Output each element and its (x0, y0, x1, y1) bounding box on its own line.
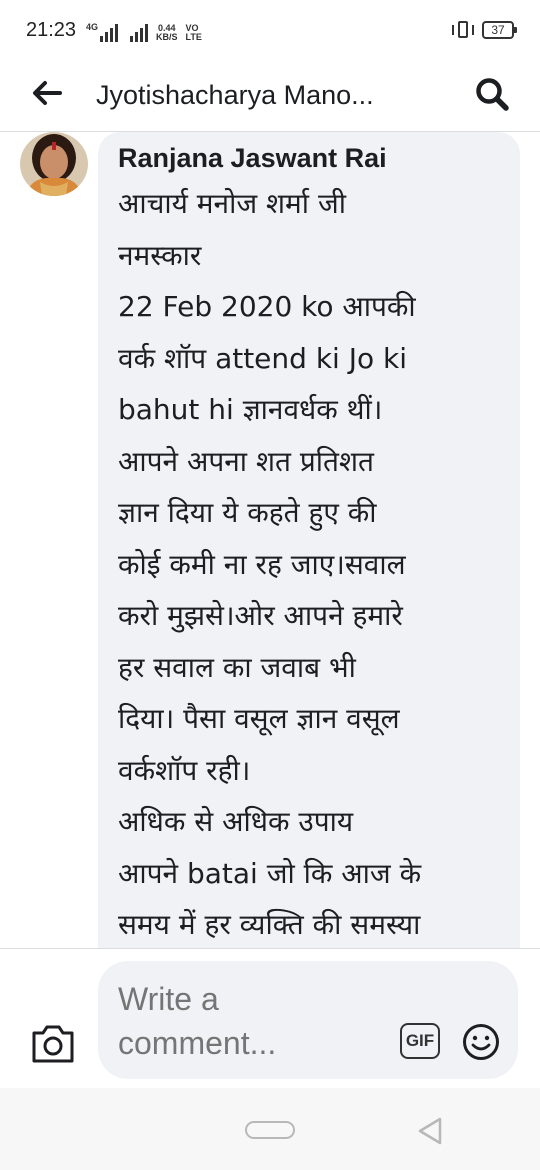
smiley-icon (463, 1024, 499, 1060)
network-speed: 0.44 KB/S (156, 24, 178, 42)
comment-line: कोई कमी ना रह जाए।सवाल (118, 547, 406, 581)
comment-line: अधिक से अधिक उपाय (118, 805, 354, 838)
comment-line: आपने अपना शत प्रतिशत (118, 444, 374, 478)
home-button[interactable] (245, 1121, 295, 1139)
signal-strength-icon (130, 24, 149, 42)
comment-box: GIF (98, 961, 518, 1079)
status-time: 21:23 (26, 19, 77, 41)
comment-input[interactable] (118, 977, 378, 1067)
emoji-button[interactable] (462, 1023, 500, 1061)
comment-line: ज्ञान दिया ये कहते हुए की (118, 496, 377, 529)
comment-line: वर्कशॉप रही। (118, 753, 251, 787)
comment-line: नमस्कार (118, 238, 202, 272)
back-button[interactable] (30, 77, 64, 109)
arrow-left-icon (33, 81, 62, 105)
vibrate-icon (450, 20, 476, 40)
battery-indicator: 37 (482, 21, 517, 39)
comment-line: दिया। पैसा वसूल ज्ञान वसूल (118, 702, 400, 735)
app-header: Jyotishacharya Mano... (0, 62, 540, 132)
profile-photo (20, 132, 88, 196)
comment-line: हर सवाल का जवाब भी (118, 650, 356, 684)
comment-bubble[interactable]: Ranjana Jaswant Rai आचार्य मनोज शर्मा जी… (98, 132, 520, 948)
comment-line: समय में हर व्यक्ति की समस्या (118, 908, 421, 941)
camera-icon (32, 1025, 74, 1063)
comment-line: आपने batai जो कि आज के (118, 856, 422, 890)
system-back-button[interactable] (416, 1116, 444, 1146)
signal-strength-icon (100, 24, 119, 42)
back-triangle-icon (418, 1117, 442, 1145)
search-button[interactable] (474, 76, 510, 112)
camera-button[interactable] (30, 1023, 76, 1065)
avatar[interactable] (20, 132, 88, 196)
volte-bottom: LTE (185, 32, 202, 42)
status-indicators: 4G 0.44 KB/S VO LTE (86, 18, 202, 42)
gif-button[interactable]: GIF (400, 1023, 440, 1059)
comment-thread: Ranjana Jaswant Rai आचार्य मनोज शर्मा जी… (0, 132, 540, 948)
network-speed-unit: KB/S (156, 32, 178, 42)
comment-author[interactable]: Ranjana Jaswant Rai (118, 140, 500, 176)
page-title: Jyotishacharya Mano... (96, 80, 374, 110)
comment-line: वर्क शॉप attend ki Jo ki (118, 341, 408, 375)
comment-text: आचार्य मनोज शर्मा जी नमस्कार 22 Feb 2020… (118, 178, 500, 948)
network-type-label: 4G (86, 22, 99, 32)
volte-indicator: VO LTE (186, 24, 202, 42)
comment-line: 22 Feb 2020 ko आपकी (118, 290, 416, 323)
status-right: 37 (450, 20, 517, 40)
search-icon (476, 78, 509, 111)
system-nav-bar (0, 1088, 540, 1170)
comment-line: करो मुझसे।ओर आपने हमारे (118, 599, 403, 632)
comment-line: bahut hi ज्ञानवर्धक थीं। (118, 393, 383, 426)
comment-composer: GIF (0, 948, 540, 1088)
status-bar: 21:23 4G 0.44 KB/S VO LTE 37 (0, 0, 540, 62)
comment-line: आचार्य मनोज शर्मा जी (118, 187, 346, 220)
